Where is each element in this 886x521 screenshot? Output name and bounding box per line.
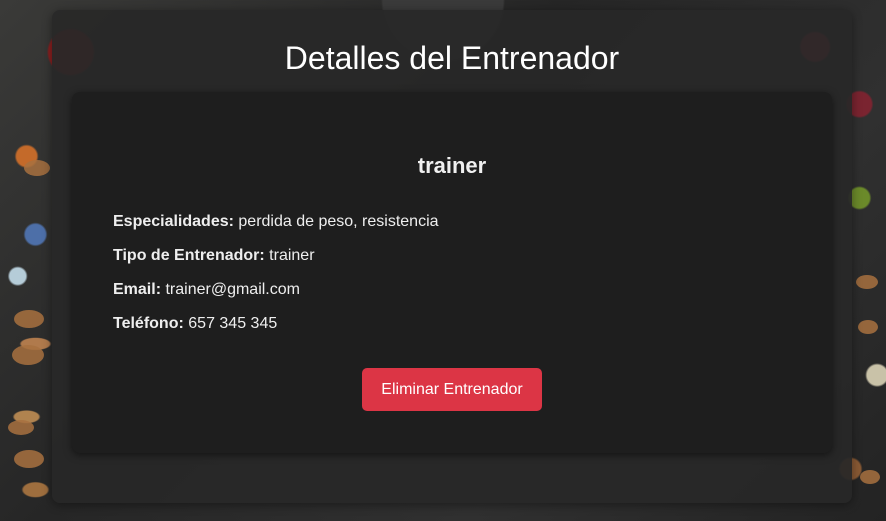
phone-row: Teléfono: 657 345 345 <box>113 315 277 333</box>
specialties-row: Especialidades: perdida de peso, resiste… <box>113 213 439 231</box>
trainer-type-row: Tipo de Entrenador: trainer <box>113 247 315 265</box>
email-row: Email: trainer@gmail.com <box>113 281 300 299</box>
trainer-name: trainer <box>417 153 487 178</box>
delete-trainer-button[interactable]: Eliminar Entrenador <box>362 368 542 411</box>
specialties-value: perdida de peso, resistencia <box>238 213 439 230</box>
email-value: trainer@gmail.com <box>165 281 300 298</box>
trainer-card: trainer Especialidades: perdida de peso,… <box>72 92 832 453</box>
phone-value: 657 345 345 <box>188 315 278 332</box>
page-title: Detalles del Entrenador <box>284 40 620 76</box>
trainer-type-label: Tipo de Entrenador: <box>113 247 265 264</box>
email-label: Email: <box>113 281 162 298</box>
specialties-label: Especialidades: <box>113 213 234 230</box>
trainer-type-value: trainer <box>269 247 315 264</box>
trainer-details-panel: Detalles del Entrenador trainer Especial… <box>52 10 852 503</box>
phone-label: Teléfono: <box>113 315 184 332</box>
